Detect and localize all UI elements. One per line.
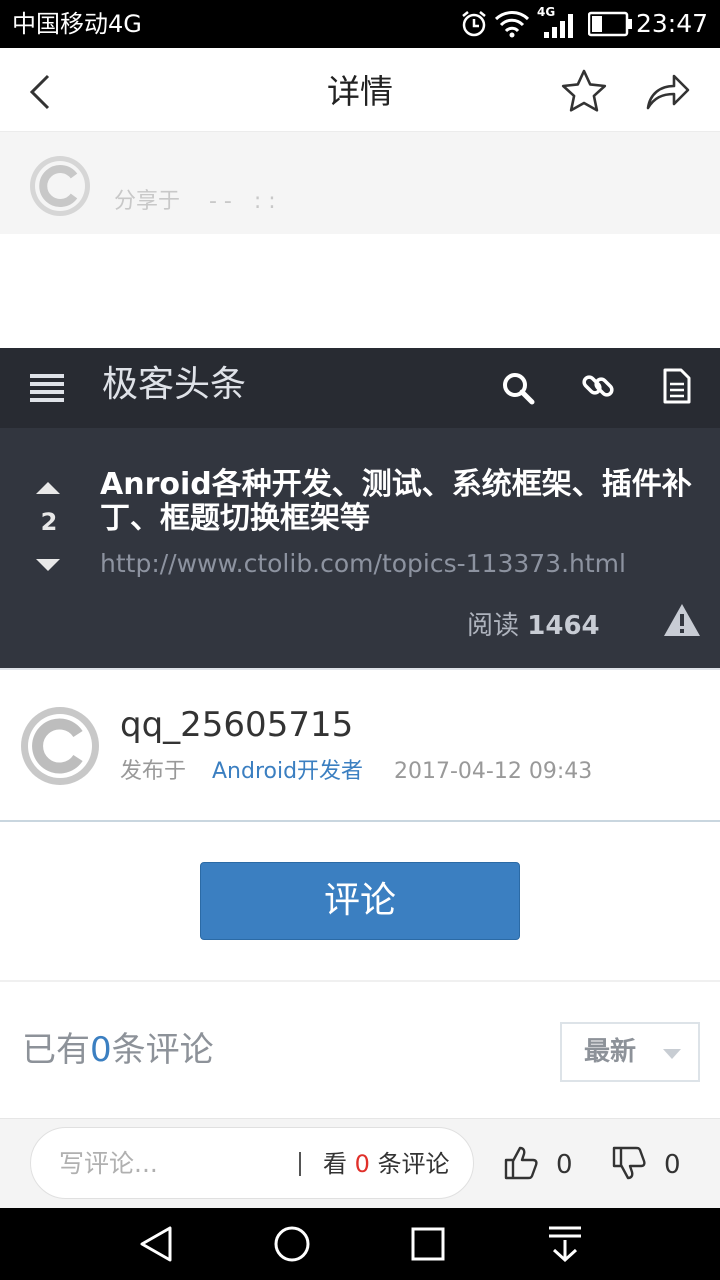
status-bar: 中国移动4G 4G 23:47 bbox=[0, 0, 720, 48]
menu-icon[interactable] bbox=[30, 372, 64, 402]
dislike-count: 0 bbox=[664, 1150, 681, 1180]
source-url[interactable]: http://www.ctolib.com/topics-113373.html bbox=[100, 548, 626, 580]
sort-dropdown[interactable]: 最新 bbox=[560, 1022, 700, 1082]
upvote-icon[interactable] bbox=[34, 480, 62, 496]
comment-count-suffix: 条评论 bbox=[111, 1030, 214, 1070]
view-suffix: 条评论 bbox=[377, 1150, 450, 1178]
alarm-icon bbox=[462, 11, 486, 37]
author-avatar[interactable] bbox=[20, 706, 100, 786]
author-username[interactable]: qq_25605715 bbox=[120, 704, 353, 746]
page-title: 详情 bbox=[327, 72, 393, 111]
star-icon[interactable] bbox=[560, 68, 608, 114]
top-app-bar: 详情 bbox=[0, 48, 720, 132]
wifi-icon bbox=[494, 11, 530, 38]
comment-input[interactable]: 写评论... 看 0 条评论 bbox=[30, 1127, 474, 1199]
comment-count-number: 0 bbox=[90, 1030, 112, 1070]
clock: 23:47 bbox=[635, 9, 708, 38]
read-stats: 阅读 1464 bbox=[467, 610, 600, 642]
comment-input-placeholder: 写评论... bbox=[59, 1149, 158, 1178]
author-section bbox=[0, 668, 720, 822]
read-label: 阅读 bbox=[467, 611, 520, 641]
like-count: 0 bbox=[556, 1150, 573, 1180]
brand-title: 极客头条 bbox=[102, 364, 247, 405]
document-icon[interactable] bbox=[662, 368, 692, 404]
share-text: 分享于 - - : : bbox=[114, 189, 276, 214]
vote-count: 2 bbox=[40, 508, 58, 536]
read-count: 1464 bbox=[527, 611, 600, 641]
chevron-down-icon bbox=[663, 1049, 681, 1059]
warning-icon[interactable] bbox=[662, 602, 702, 638]
share-avatar[interactable] bbox=[28, 154, 92, 218]
separator bbox=[299, 1152, 301, 1176]
view-comment-count: 0 bbox=[354, 1150, 370, 1178]
downvote-icon[interactable] bbox=[34, 557, 62, 573]
carrier-label: 中国移动4G bbox=[12, 10, 142, 38]
signal-icon bbox=[544, 14, 573, 38]
comment-button[interactable]: 评论 bbox=[200, 862, 520, 940]
comment-count: 已有0条评论 bbox=[22, 1028, 214, 1072]
published-label: 发布于 bbox=[120, 759, 187, 784]
view-comments-link[interactable]: 看 0 条评论 bbox=[323, 1148, 450, 1180]
nav-back-icon[interactable] bbox=[136, 1224, 176, 1264]
category-link[interactable]: Android开发者 bbox=[212, 758, 363, 786]
sort-label: 最新 bbox=[584, 1037, 637, 1067]
nav-recents-icon[interactable] bbox=[410, 1226, 446, 1262]
divider bbox=[0, 980, 720, 982]
nav-home-icon[interactable] bbox=[272, 1224, 312, 1264]
search-icon[interactable] bbox=[500, 370, 536, 406]
link-icon[interactable] bbox=[580, 368, 616, 404]
nav-notification-icon[interactable] bbox=[546, 1224, 584, 1264]
view-label: 看 bbox=[323, 1150, 347, 1178]
battery-icon bbox=[588, 11, 632, 37]
system-nav-bar bbox=[0, 1208, 720, 1280]
thumbs-up-icon[interactable] bbox=[502, 1144, 540, 1182]
share-row bbox=[0, 132, 720, 234]
thumbs-down-icon[interactable] bbox=[610, 1144, 648, 1182]
publish-datetime: 2017-04-12 09:43 bbox=[394, 759, 593, 784]
share-icon[interactable] bbox=[644, 70, 692, 112]
headline-link[interactable]: Anroid各种开发、测试、系统框架、插件补丁、框题切换框架等 bbox=[100, 468, 700, 536]
comment-count-prefix: 已有 bbox=[22, 1030, 90, 1070]
